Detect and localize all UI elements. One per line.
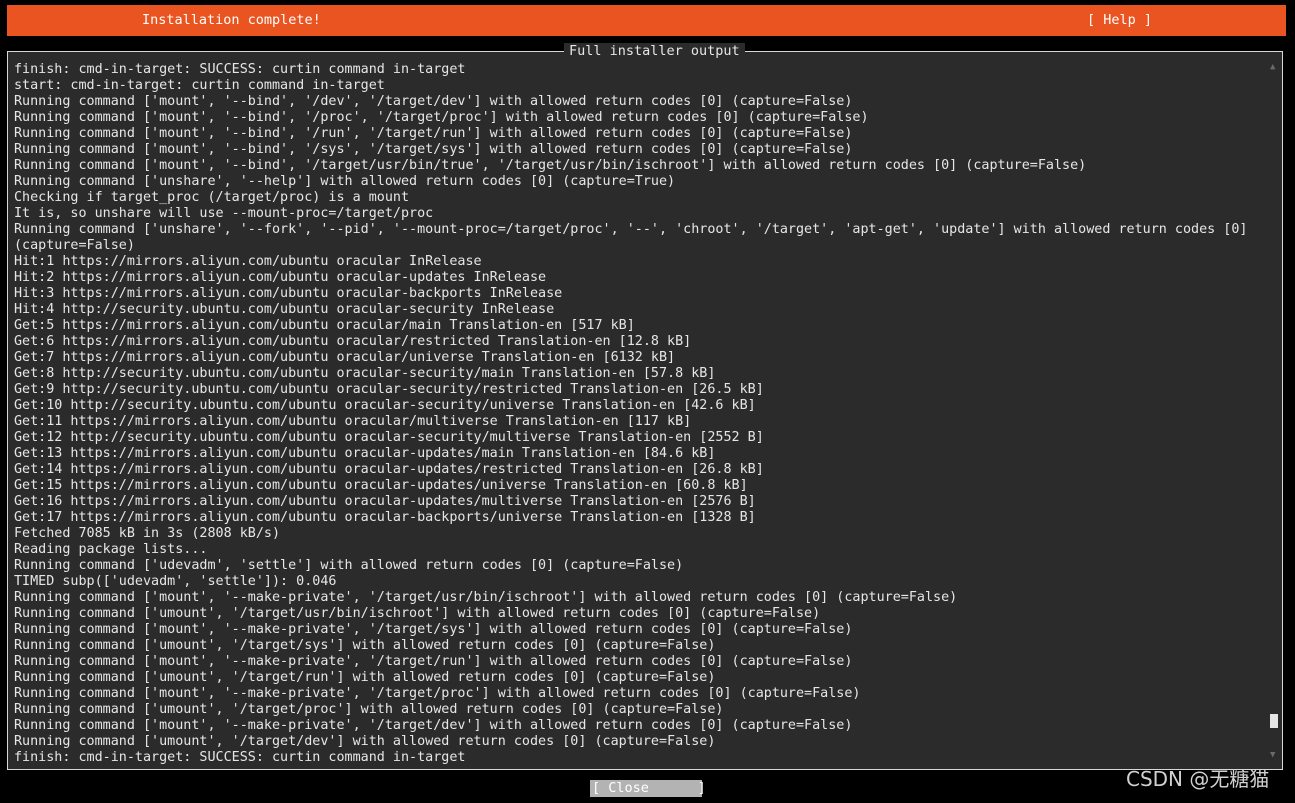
log-line: Checking if target_proc (/target/proc) i… [14, 190, 410, 205]
log-line: Get:9 http://security.ubuntu.com/ubuntu … [14, 382, 764, 397]
panel-title: Full installer output [564, 43, 745, 59]
scroll-up-icon[interactable]: ▲ [1270, 62, 1275, 72]
log-line: Hit:1 https://mirrors.aliyun.com/ubuntu … [14, 254, 482, 269]
watermark: CSDN @无糖猫 [1126, 767, 1270, 791]
log-line: It is, so unshare will use --mount-proc=… [14, 206, 434, 221]
log-line: Running command ['umount', '/target/proc… [14, 702, 724, 717]
log-line: Running command ['mount', '--bind', '/pr… [14, 110, 869, 125]
help-button[interactable]: [ Help ] [1087, 12, 1152, 29]
log-line: Get:11 https://mirrors.aliyun.com/ubuntu… [14, 414, 692, 429]
log-line: Get:16 https://mirrors.aliyun.com/ubuntu… [14, 494, 756, 509]
log-line: Running command ['umount', '/target/usr/… [14, 606, 821, 621]
log-line: finish: cmd-in-target: SUCCESS: curtin c… [14, 750, 466, 765]
log-line: Get:15 https://mirrors.aliyun.com/ubuntu… [14, 478, 748, 493]
installer-log[interactable]: finish: cmd-in-target: SUCCESS: curtin c… [14, 62, 1259, 766]
log-line: Running command ['mount', '--make-privat… [14, 718, 853, 733]
log-line: Hit:4 http://security.ubuntu.com/ubuntu … [14, 302, 555, 317]
installer-output-panel: Full installer output finish: cmd-in-tar… [7, 43, 1283, 770]
log-line: Running command ['unshare', '--fork', '-… [14, 222, 1248, 237]
scrollbar-thumb[interactable] [1270, 714, 1278, 728]
log-line: Running command ['mount', '--make-privat… [14, 622, 853, 637]
log-line: Get:12 http://security.ubuntu.com/ubuntu… [14, 430, 764, 445]
log-line: Hit:3 https://mirrors.aliyun.com/ubuntu … [14, 286, 563, 301]
header-bar: Installation complete! [ Help ] [7, 5, 1286, 36]
installer-screen: Installation complete! [ Help ] Full ins… [0, 0, 1295, 803]
log-line: Running command ['umount', '/target/sys'… [14, 638, 716, 653]
log-line: Running command ['mount', '--make-privat… [14, 686, 861, 701]
close-button[interactable]: [ Close ] [590, 780, 706, 797]
log-line: Running command ['umount', '/target/run'… [14, 670, 716, 685]
log-line: (capture=False) [14, 238, 135, 253]
log-line: Get:7 https://mirrors.aliyun.com/ubuntu … [14, 350, 676, 365]
log-line: Running command ['unshare', '--help'] wi… [14, 174, 676, 189]
log-line: Get:6 https://mirrors.aliyun.com/ubuntu … [14, 334, 692, 349]
log-line: Get:8 http://security.ubuntu.com/ubuntu … [14, 366, 716, 381]
log-line: Hit:2 https://mirrors.aliyun.com/ubuntu … [14, 270, 547, 285]
log-line: Running command ['udevadm', 'settle'] wi… [14, 558, 684, 573]
log-line: Get:5 https://mirrors.aliyun.com/ubuntu … [14, 318, 635, 333]
log-line: finish: cmd-in-target: SUCCESS: curtin c… [14, 62, 466, 77]
log-line: Running command ['mount', '--bind', '/ta… [14, 158, 1087, 173]
log-line: Running command ['umount', '/target/dev'… [14, 734, 716, 749]
scrollbar[interactable]: ▲ ▼ [1270, 62, 1279, 762]
log-line: Running command ['mount', '--bind', '/ru… [14, 126, 853, 141]
log-line: Get:14 https://mirrors.aliyun.com/ubuntu… [14, 462, 764, 477]
log-line: Reading package lists... [14, 542, 208, 557]
log-line: Running command ['mount', '--make-privat… [14, 654, 853, 669]
log-line: Get:10 http://security.ubuntu.com/ubuntu… [14, 398, 756, 413]
log-line: Fetched 7085 kB in 3s (2808 kB/s) [14, 526, 281, 541]
log-line: Running command ['mount', '--bind', '/sy… [14, 142, 853, 157]
log-line: Running command ['mount', '--make-privat… [14, 590, 958, 605]
header-title: Installation complete! [142, 12, 321, 28]
log-line: Get:17 https://mirrors.aliyun.com/ubuntu… [14, 510, 756, 525]
log-line: TIMED subp(['udevadm', 'settle']): 0.046 [14, 574, 337, 589]
log-line: Running command ['mount', '--bind', '/de… [14, 94, 853, 109]
log-line: start: cmd-in-target: curtin command in-… [14, 78, 385, 93]
log-line: Get:13 https://mirrors.aliyun.com/ubuntu… [14, 446, 716, 461]
scroll-down-icon[interactable]: ▼ [1270, 750, 1275, 760]
